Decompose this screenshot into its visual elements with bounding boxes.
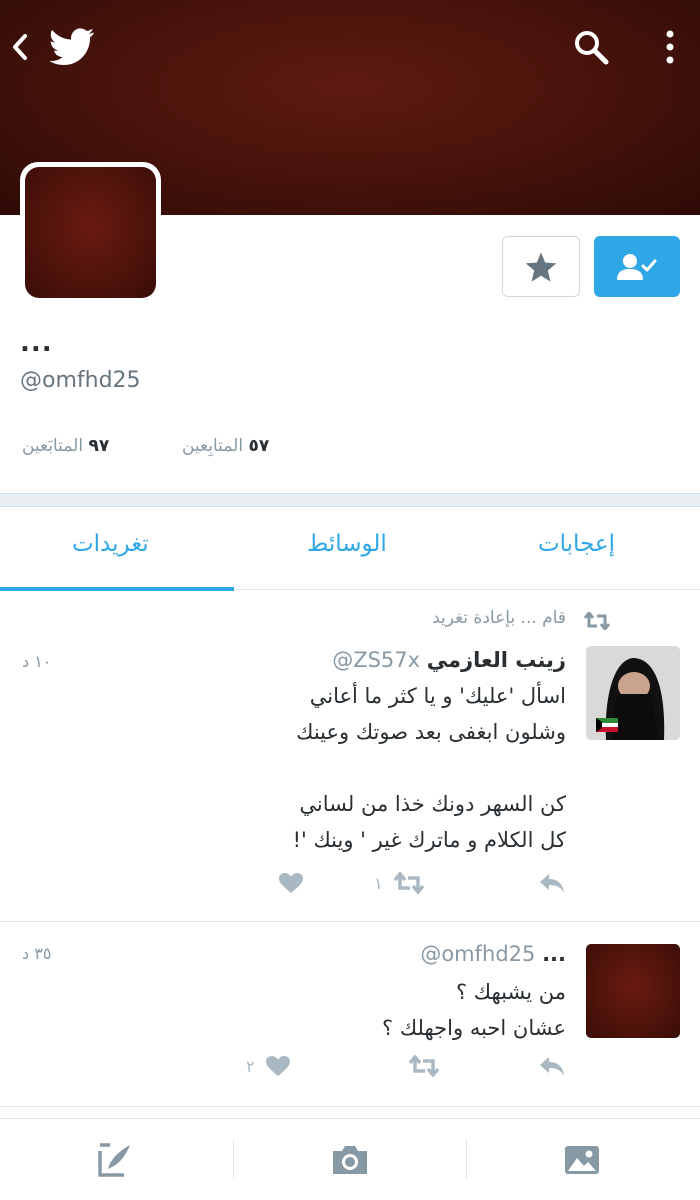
following-check-icon <box>617 253 657 280</box>
photo-button[interactable] <box>552 1139 612 1181</box>
profile-avatar[interactable] <box>25 167 156 298</box>
tweet-actions: ١ <box>0 872 700 902</box>
tweet-author-handle[interactable]: @omfhd25 <box>420 942 535 966</box>
chevron-left-icon <box>13 34 27 60</box>
photo-icon <box>565 1146 599 1174</box>
tab-tweets[interactable]: تغريدات <box>72 531 149 557</box>
followers-label: المتابَعين <box>22 436 84 456</box>
tweet-actions: ٢ <box>0 1055 700 1085</box>
star-icon <box>525 251 557 282</box>
following-count: ٥٧ <box>248 436 270 456</box>
tweet-text-line: من يشبهك ؟ <box>455 980 566 1004</box>
retweet-button[interactable]: ١ <box>374 872 425 894</box>
retweet-context: قام ... بإعادة تغريد <box>432 608 566 628</box>
retweet-icon <box>393 872 424 894</box>
tweet-text: اسأل 'عليك' و يا كثر ما أعاني وشلون ابغف… <box>126 678 566 858</box>
tweet-header: زينب العازمي @ZS57x <box>332 648 566 672</box>
reply-icon <box>540 874 564 893</box>
tweet-timestamp: ٣٥ د <box>22 944 52 963</box>
profile-handle: @omfhd25 <box>20 368 141 393</box>
tab-media[interactable]: الوسائط <box>307 531 387 557</box>
tab-likes[interactable]: إعجابات <box>538 531 615 557</box>
section-divider <box>0 493 700 507</box>
like-button[interactable]: ٢ <box>246 1055 291 1077</box>
tweet-author-name[interactable]: زينب العازمي <box>427 648 566 672</box>
author-photo <box>586 646 680 740</box>
tweet-author-name[interactable]: ... <box>542 942 566 966</box>
bottom-bar-divider <box>466 1139 467 1179</box>
camera-button[interactable] <box>320 1139 380 1181</box>
notifications-star-button[interactable] <box>502 236 580 297</box>
profile-tabs: تغريدات الوسائط إعجابات <box>0 507 700 591</box>
tweet-text-line: كن السهر دونك خذا من لساني <box>299 792 566 816</box>
search-icon <box>575 31 609 65</box>
tweet-item[interactable]: ... @omfhd25 ٣٥ د من يشبهك ؟ عشان احبه و… <box>0 922 700 1107</box>
reply-button[interactable] <box>538 872 566 894</box>
following-button[interactable] <box>594 236 680 297</box>
profile-avatar-frame <box>20 162 161 303</box>
reply-button[interactable] <box>538 1055 566 1077</box>
compose-icon <box>98 1143 130 1177</box>
twitter-logo[interactable] <box>46 22 98 72</box>
tweet-text-line: كل الكلام و ماترك غير ' وينك '! <box>292 828 566 852</box>
bottom-compose-bar <box>0 1118 700 1200</box>
followers-stat[interactable]: ٩٧ المتابَعين <box>22 436 109 456</box>
tweet-text-line: اسأل 'عليك' و يا كثر ما أعاني <box>309 684 566 708</box>
tweet-text-line: وشلون ابغفى بعد صوتك وعينك <box>296 720 566 744</box>
tweet-text-line: عشان احبه واجهلك ؟ <box>382 1016 566 1040</box>
search-button[interactable] <box>566 22 616 72</box>
tweet-author-avatar[interactable] <box>586 646 680 740</box>
tweet-item[interactable]: قام ... بإعادة تغريد زينب العازمي @ZS57x… <box>0 590 700 922</box>
reply-icon <box>540 1057 564 1076</box>
compose-tweet-button[interactable] <box>86 1139 146 1181</box>
heart-icon <box>279 873 303 893</box>
twitter-bird-icon <box>49 28 95 66</box>
following-stat[interactable]: ٥٧ المتابِعين <box>182 436 269 456</box>
more-vertical-icon <box>666 30 674 64</box>
retweet-context-icon <box>584 612 610 630</box>
like-count: ٢ <box>246 1056 255 1076</box>
tweet-author-avatar[interactable] <box>586 944 680 1038</box>
heart-icon <box>265 1056 290 1076</box>
like-button[interactable] <box>268 872 304 894</box>
camera-icon <box>333 1146 367 1174</box>
followers-count: ٩٧ <box>88 436 110 456</box>
tweet-timestamp: ١٠ د <box>22 652 52 671</box>
top-app-bar <box>0 0 700 96</box>
profile-display-name: ... <box>20 328 53 358</box>
retweet-context-text: قام ... بإعادة تغريد <box>432 608 566 628</box>
bottom-bar-divider <box>233 1139 234 1179</box>
more-options-button[interactable] <box>648 22 692 72</box>
following-label: المتابِعين <box>182 436 244 456</box>
retweet-count: ١ <box>374 873 383 893</box>
retweet-button[interactable] <box>398 1055 440 1077</box>
tweet-author-handle[interactable]: @ZS57x <box>332 648 420 672</box>
retweet-icon <box>408 1055 440 1077</box>
tweet-text: من يشبهك ؟ عشان احبه واجهلك ؟ <box>126 974 566 1046</box>
tweet-header: ... @omfhd25 <box>420 942 566 966</box>
back-button[interactable] <box>2 22 38 72</box>
